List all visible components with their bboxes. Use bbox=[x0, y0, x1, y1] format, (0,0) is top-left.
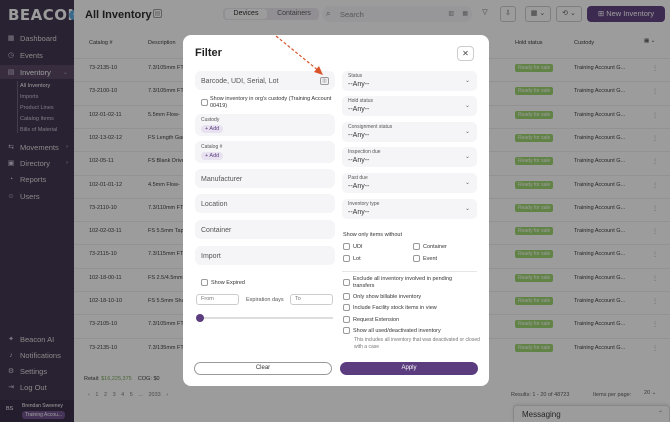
annotation-arrow bbox=[275, 35, 323, 75]
